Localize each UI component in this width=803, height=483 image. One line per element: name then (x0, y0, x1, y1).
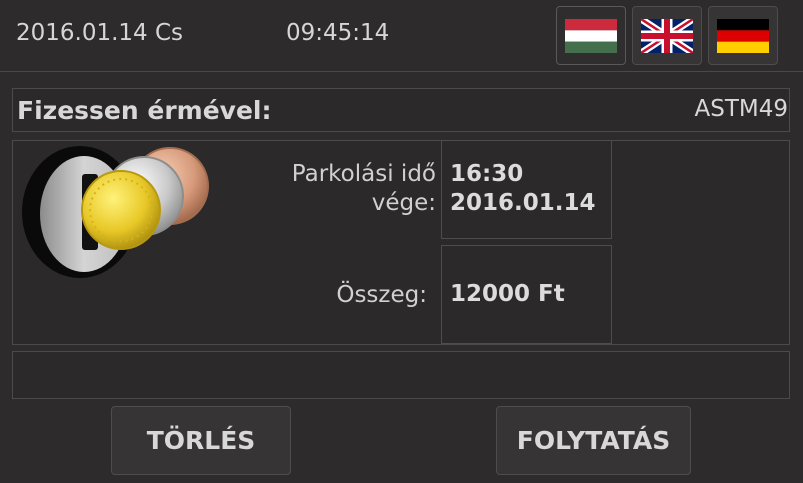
end-time-value: 16:30 (450, 161, 524, 187)
amount-label: Összeg: (336, 282, 427, 308)
machine-id: ASTM49 (694, 96, 789, 122)
current-time: 09:45:14 (286, 20, 390, 46)
language-button-english[interactable] (632, 6, 702, 65)
language-button-hungarian[interactable] (556, 6, 626, 65)
page-title: Fizessen érmével: (17, 96, 272, 125)
message-panel (12, 351, 790, 399)
continue-button[interactable]: FOLYTATÁS (496, 406, 691, 475)
end-date-value: 2016.01.14 (450, 190, 596, 216)
end-time-label: Parkolási idő (291, 161, 436, 187)
language-button-german[interactable] (708, 6, 778, 65)
hungary-flag-icon (565, 18, 617, 53)
coin-slot-icon (22, 144, 212, 280)
current-date: 2016.01.14 Cs (16, 20, 184, 46)
uk-flag-icon (641, 18, 693, 53)
cancel-button[interactable]: TÖRLÉS (111, 406, 291, 475)
germany-flag-icon (717, 18, 769, 53)
end-time-label-line2: vége: (371, 190, 436, 216)
amount-value: 12000 Ft (450, 281, 565, 307)
